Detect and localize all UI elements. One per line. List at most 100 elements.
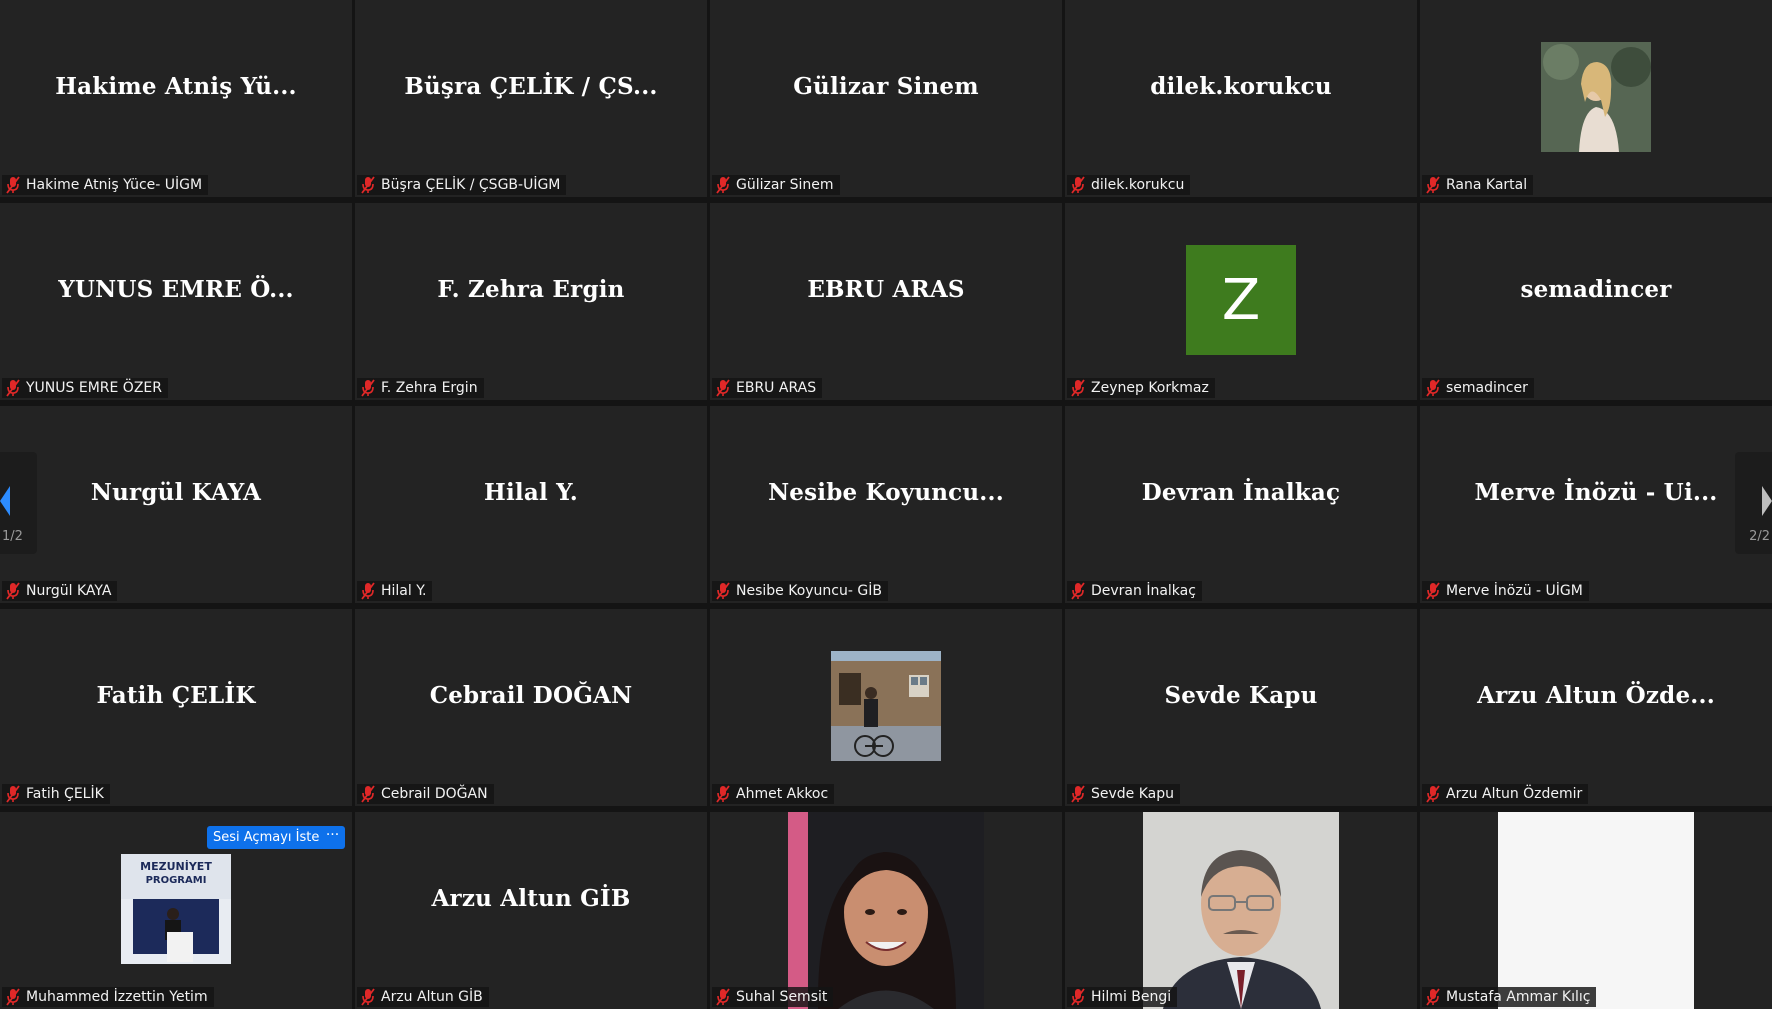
participant-name-label: Cebrail DOĞAN	[357, 784, 494, 804]
participant-label-text: Gülizar Sinem	[736, 177, 834, 193]
muted-mic-icon	[360, 582, 376, 600]
participant-label-text: dilek.korukcu	[1091, 177, 1185, 193]
participant-label-text: Nurgül KAYA	[26, 583, 112, 599]
page-indicator: 1/2	[2, 529, 23, 544]
participant-name-label: Ahmet Akkoc	[712, 784, 835, 804]
participant-display-name: Büşra ÇELİK / ÇS...	[404, 73, 658, 100]
participant-display-name: Devran İnalkaç	[1141, 479, 1341, 506]
participant-tile[interactable]: dilek.korukcu dilek.korukcu	[1065, 0, 1417, 197]
participant-name-label: F. Zehra Ergin	[357, 378, 484, 398]
profile-photo	[1498, 812, 1694, 1009]
more-options-button[interactable]: ···	[320, 826, 345, 849]
participant-display-name: Hakime Atniş Yü...	[55, 73, 297, 100]
chevron-left-icon	[0, 486, 10, 516]
participant-tile[interactable]: Gülizar Sinem Gülizar Sinem	[710, 0, 1062, 197]
participant-label-text: EBRU ARAS	[736, 380, 817, 396]
participant-name-label: Arzu Altun Özdemir	[1422, 784, 1589, 804]
participant-name-label: dilek.korukcu	[1067, 175, 1191, 195]
participant-name-label: Nesibe Koyuncu- GİB	[712, 581, 888, 601]
participant-name-label: Büşra ÇELİK / ÇSGB-UİGM	[357, 175, 567, 195]
participant-name-label: Hakime Atniş Yüce- UİGM	[2, 175, 209, 195]
participant-tile[interactable]: Merve İnözü - Ui... Merve İnözü - UİGM	[1420, 406, 1772, 603]
participant-tile[interactable]: F. Zehra Ergin F. Zehra Ergin	[355, 203, 707, 400]
muted-mic-icon	[360, 988, 376, 1006]
participant-label-text: Cebrail DOĞAN	[381, 786, 488, 802]
participant-label-text: Muhammed İzzettin Yetim	[26, 989, 208, 1005]
next-page-button[interactable]: 2/2	[1735, 452, 1772, 554]
participant-name-label: Devran İnalkaç	[1067, 581, 1202, 601]
muted-mic-icon	[715, 785, 731, 803]
participant-tile[interactable]: Mustafa Ammar Kılıç	[1420, 812, 1772, 1009]
participant-display-name: F. Zehra Ergin	[437, 276, 625, 303]
participant-label-text: Sevde Kapu	[1091, 786, 1175, 802]
muted-mic-icon	[715, 176, 731, 194]
participant-label-text: Hilmi Bengi	[1091, 989, 1172, 1005]
participant-tile[interactable]: Arzu Altun Özde... Arzu Altun Özdemir	[1420, 609, 1772, 806]
previous-page-button[interactable]: 1/2	[0, 452, 37, 554]
participant-tile[interactable]: Hakime Atniş Yü... Hakime Atniş Yüce- Uİ…	[0, 0, 352, 197]
participant-display-name: Sevde Kapu	[1164, 682, 1318, 709]
participant-tile[interactable]: semadincer semadincer	[1420, 203, 1772, 400]
participant-tile[interactable]: Arzu Altun GİB Arzu Altun GİB	[355, 812, 707, 1009]
participant-name-label: Hilmi Bengi	[1067, 987, 1178, 1007]
muted-mic-icon	[1070, 379, 1086, 397]
participant-label-text: Hilal Y.	[381, 583, 427, 599]
participant-display-name: Cebrail DOĞAN	[429, 682, 633, 709]
participant-tile[interactable]: Rana Kartal	[1420, 0, 1772, 197]
participant-tile[interactable]: Nurgül KAYA Nurgül KAYA	[0, 406, 352, 603]
participant-display-name: Hilal Y.	[484, 479, 578, 506]
ask-to-unmute-button[interactable]: Sesi Açmayı İste	[207, 826, 326, 849]
muted-mic-icon	[1425, 785, 1441, 803]
participant-name-label: Fatih ÇELİK	[2, 784, 110, 804]
profile-photo	[788, 812, 984, 1009]
participant-label-text: Devran İnalkaç	[1091, 583, 1196, 599]
graduation-line-1: MEZUNİYET	[140, 859, 212, 873]
participant-tile[interactable]: EBRU ARAS EBRU ARAS	[710, 203, 1062, 400]
muted-mic-icon	[1070, 785, 1086, 803]
participant-tile[interactable]: Sesi Açmayı İste ··· MEZUNİYET PROGRAMI …	[0, 812, 352, 1009]
participant-label-text: Arzu Altun Özdemir	[1446, 786, 1583, 802]
participant-label-text: Büşra ÇELİK / ÇSGB-UİGM	[381, 177, 561, 193]
participant-display-name: Gülizar Sinem	[793, 73, 979, 100]
participant-label-text: F. Zehra Ergin	[381, 380, 478, 396]
profile-photo: MEZUNİYET PROGRAMI	[121, 854, 231, 964]
participant-name-label: Rana Kartal	[1422, 175, 1534, 195]
participant-tile[interactable]: Fatih ÇELİK Fatih ÇELİK	[0, 609, 352, 806]
participant-label-text: Zeynep Korkmaz	[1091, 380, 1209, 396]
participant-tile[interactable]: Nesibe Koyuncu... Nesibe Koyuncu- GİB	[710, 406, 1062, 603]
muted-mic-icon	[360, 176, 376, 194]
participant-label-text: Merve İnözü - UİGM	[1446, 583, 1583, 599]
muted-mic-icon	[1070, 176, 1086, 194]
participant-label-text: Nesibe Koyuncu- GİB	[736, 583, 882, 599]
participant-tile[interactable]: Hilal Y. Hilal Y.	[355, 406, 707, 603]
participant-tile[interactable]: YUNUS EMRE Ö... YUNUS EMRE ÖZER	[0, 203, 352, 400]
participant-tile[interactable]: Cebrail DOĞAN Cebrail DOĞAN	[355, 609, 707, 806]
muted-mic-icon	[715, 379, 731, 397]
participant-label-text: Mustafa Ammar Kılıç	[1446, 989, 1591, 1005]
participant-label-text: Suhal Semsit	[736, 989, 828, 1005]
participant-display-name: YUNUS EMRE Ö...	[58, 276, 294, 303]
participant-tile[interactable]: Suhal Semsit	[710, 812, 1062, 1009]
profile-photo	[1143, 812, 1339, 1009]
participant-tile[interactable]: Sevde Kapu Sevde Kapu	[1065, 609, 1417, 806]
participant-tile[interactable]: Ahmet Akkoc	[710, 609, 1062, 806]
participant-tile[interactable]: Devran İnalkaç Devran İnalkaç	[1065, 406, 1417, 603]
muted-mic-icon	[1070, 582, 1086, 600]
participant-display-name: Nurgül KAYA	[90, 479, 262, 506]
participant-label-text: YUNUS EMRE ÖZER	[26, 380, 162, 396]
participant-name-label: Mustafa Ammar Kılıç	[1422, 987, 1597, 1007]
participant-name-label: Merve İnözü - UİGM	[1422, 581, 1589, 601]
muted-mic-icon	[1425, 988, 1441, 1006]
participant-name-label: Zeynep Korkmaz	[1067, 378, 1215, 398]
participant-tile[interactable]: Hilmi Bengi	[1065, 812, 1417, 1009]
participant-display-name: Nesibe Koyuncu...	[768, 479, 1004, 506]
muted-mic-icon	[1425, 582, 1441, 600]
muted-mic-icon	[715, 582, 731, 600]
participant-name-label: EBRU ARAS	[712, 378, 823, 398]
muted-mic-icon	[360, 785, 376, 803]
participant-label-text: Rana Kartal	[1446, 177, 1528, 193]
participant-tile[interactable]: Z Zeynep Korkmaz	[1065, 203, 1417, 400]
participant-name-label: Muhammed İzzettin Yetim	[2, 987, 214, 1007]
muted-mic-icon	[5, 176, 21, 194]
participant-tile[interactable]: Büşra ÇELİK / ÇS... Büşra ÇELİK / ÇSGB-U…	[355, 0, 707, 197]
